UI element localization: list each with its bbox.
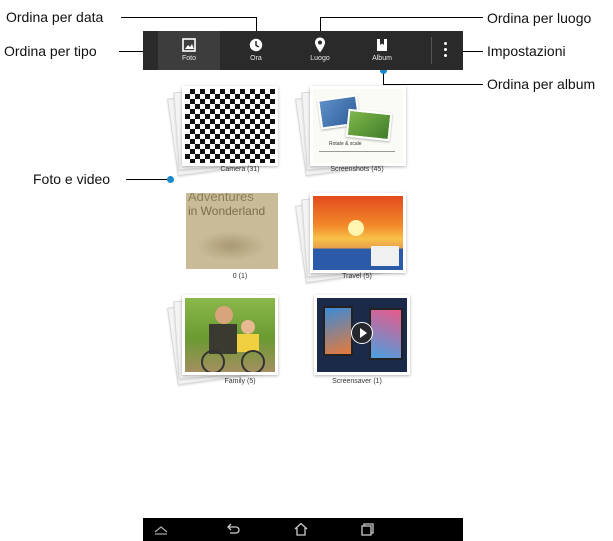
leader-line-place <box>320 17 483 18</box>
album-caption-screensaver: Screensaver (1) <box>332 378 382 385</box>
album-stack <box>167 294 278 386</box>
toolbar-divider <box>431 37 432 64</box>
photo-icon <box>182 38 196 52</box>
home-icon[interactable] <box>293 522 309 536</box>
annotation-sort-by-date: Ordina per data <box>6 9 104 25</box>
album-thumbnail-family <box>182 295 278 375</box>
album-caption-camera: Camera (31) <box>220 166 260 173</box>
recents-icon[interactable] <box>359 522 375 536</box>
annotation-sort-by-album: Ordina per album <box>487 76 596 92</box>
tab-album[interactable]: Album <box>351 31 413 70</box>
tab-photo-label: Foto <box>181 55 196 62</box>
up-chevron-icon[interactable] <box>153 522 169 536</box>
tab-album-label: Album <box>372 55 392 62</box>
overflow-menu-icon[interactable] <box>443 42 449 60</box>
tab-time[interactable]: Ora <box>225 31 287 70</box>
album-caption-family: Family (5) <box>224 378 256 385</box>
album-thumbnail-camera <box>182 86 278 166</box>
annotation-photos-videos: Foto e video <box>33 171 111 187</box>
album-stack: Rotate & scale <box>295 85 406 177</box>
tab-photo[interactable]: Foto <box>158 31 220 70</box>
album-stack <box>295 192 406 284</box>
album-stack <box>300 295 410 377</box>
annotation-sort-by-place: Ordina per luogo <box>487 10 592 26</box>
tab-location-label: Luogo <box>310 55 330 62</box>
thumbnail-text-line1: Adventures <box>188 193 254 204</box>
clock-icon <box>249 38 263 52</box>
album-stack <box>167 85 278 177</box>
annotation-settings: Impostazioni <box>487 43 566 59</box>
album-icon <box>377 39 387 51</box>
location-pin-icon <box>315 37 325 53</box>
marker-dot-photos <box>167 176 174 183</box>
album-thumbnail-zero: Adventures in Wonderland <box>186 193 278 269</box>
album-stack: Adventures in Wonderland <box>172 193 278 275</box>
leader-line-album <box>383 84 483 85</box>
annotation-sort-by-type: Ordina per tipo <box>4 43 97 59</box>
leader-line-photos <box>126 179 170 180</box>
system-nav-bar <box>143 518 463 541</box>
album-caption-screenshots: Screenshots (45) <box>330 166 384 173</box>
tab-location[interactable]: Luogo <box>289 31 351 70</box>
album-thumbnail-travel <box>310 193 406 273</box>
album-caption-travel: Travel (5) <box>342 273 372 280</box>
album-thumbnail-screensaver <box>314 295 410 375</box>
tab-time-label: Ora <box>250 55 262 62</box>
leader-line-date <box>121 17 257 18</box>
album-thumbnail-screenshots: Rotate & scale <box>310 86 406 166</box>
album-caption-zero: 0 (1) <box>232 273 248 280</box>
screenshot-overlay-text: Rotate & scale <box>329 141 362 147</box>
action-bar: Foto Ora Luogo Album <box>143 31 463 70</box>
thumbnail-text-line2: in Wonderland <box>188 204 266 218</box>
play-icon[interactable] <box>351 322 373 344</box>
back-icon[interactable] <box>225 522 241 536</box>
